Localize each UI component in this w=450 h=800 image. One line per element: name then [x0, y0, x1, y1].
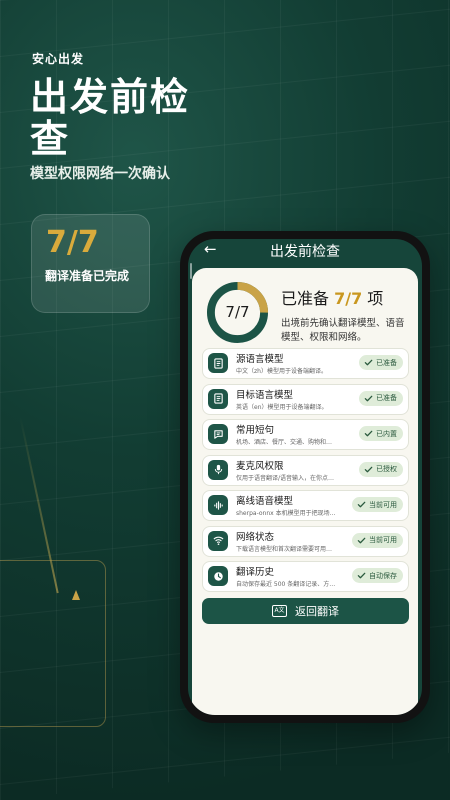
check-item-title: 目标语言模型 — [236, 389, 294, 401]
back-to-translate-label: 返回翻译 — [295, 605, 339, 618]
status-badge: 已准备 — [359, 390, 403, 406]
check-item[interactable]: 网络状态下载语言模型和首次翻译需要可用网… 当前可用 — [202, 525, 409, 557]
document-icon — [208, 388, 228, 409]
back-to-translate-button[interactable]: A文 返回翻译 — [202, 598, 409, 624]
wifi-icon — [208, 530, 228, 551]
microphone-icon — [208, 459, 228, 480]
check-item-description: 机场、酒店、餐厅、交通、购物和紧急… — [236, 439, 336, 446]
check-item-title: 离线语音模型 — [236, 496, 294, 507]
checkmark-icon — [364, 430, 373, 437]
status-badge-label: 已授权 — [376, 465, 397, 473]
readiness-stat-card: 7/7 翻译准备已完成 — [31, 214, 150, 313]
hero-title-line1: 出发前检 — [30, 75, 191, 119]
check-item[interactable]: 翻译历史自动保存最近 500 条翻译记录、方… 自动保存 — [202, 561, 409, 592]
status-badge-label: 自动保存 — [369, 571, 397, 580]
check-item[interactable]: 常用短句机场、酒店、餐厅、交通、购物和紧急… 已内置 — [202, 419, 409, 450]
check-item-title: 翻译历史 — [236, 567, 275, 578]
check-item-description: 下载语言模型和首次翻译需要可用网… — [236, 545, 336, 553]
hero-title-line2: 查 — [30, 117, 71, 161]
status-badge-label: 已准备 — [376, 358, 397, 367]
check-item-title: 常用短句 — [236, 425, 275, 436]
status-badge: 当前可用 — [352, 532, 403, 548]
checkmark-icon — [364, 359, 373, 366]
status-badge: 已准备 — [359, 355, 403, 370]
check-item-description: 英语（en）模型用于设备端翻译。 — [236, 403, 328, 411]
screen-title: 出发前检查 — [270, 244, 340, 260]
checklist-sheet: 7/7 已准备 7/7 项 出境前先确认翻译模型、语音模型、权限和网络。 源语言… — [192, 268, 418, 715]
status-badge: 自动保存 — [352, 568, 403, 583]
summary-suffix: 项 — [362, 289, 384, 308]
status-badge-label: 已内置 — [376, 429, 397, 438]
waveform-icon — [208, 495, 228, 515]
status-badge-label: 当前可用 — [369, 536, 397, 544]
stat-value: 7/7 — [46, 225, 99, 260]
check-item-description: 中文（zh）模型用于设备端翻译。 — [236, 368, 327, 375]
summary-prefix: 已准备 — [281, 289, 335, 308]
checkmark-icon — [364, 395, 373, 401]
scroll-indicator — [190, 263, 192, 279]
clock-icon — [208, 566, 228, 586]
hero-kicker: 安心出发 — [32, 52, 85, 66]
hero-title: 出发前检 查 — [30, 76, 190, 160]
status-badge: 已授权 — [359, 461, 403, 477]
check-item-title: 源语言模型 — [236, 354, 284, 365]
translate-icon: A文 — [272, 605, 287, 617]
app-topbar: ← 出发前检查 — [188, 239, 422, 267]
check-item[interactable]: 源语言模型中文（zh）模型用于设备端翻译。 已准备 — [202, 348, 409, 379]
decorative-frame — [0, 560, 106, 727]
summary-count: 7/7 — [334, 289, 363, 308]
progress-ring-label: 7/7 — [225, 303, 250, 321]
check-item-title: 麦克风权限 — [236, 460, 284, 472]
check-item-description: 自动保存最近 500 条翻译记录、方… — [236, 581, 336, 588]
check-item[interactable]: 目标语言模型英语（en）模型用于设备端翻译。 已准备 — [202, 383, 409, 415]
checkmark-icon — [357, 501, 366, 508]
summary-description: 出境前先确认翻译模型、语音模型、权限和网络。 — [281, 318, 405, 343]
check-list: 源语言模型 中文（zh）模型用于设备端翻译。 已准备 目标语言模型 英语（en）模型用于… — [202, 348, 409, 597]
checkmark-icon — [357, 572, 366, 579]
status-badge: 已内置 — [359, 426, 403, 441]
status-badge-label: 已准备 — [376, 394, 397, 402]
plane-arrow-icon — [72, 590, 80, 600]
check-item[interactable]: 麦克风权限仅用于语音翻译/语音输入，在你点击… 已授权 — [202, 454, 409, 486]
status-badge: 当前可用 — [352, 497, 403, 512]
phone-mockup: ← 出发前检查 7/7 已准备 7/7 项 出境前先确认翻译模型、语音模型、权限… — [180, 231, 430, 723]
checkmark-icon — [364, 466, 373, 472]
phone-screen: ← 出发前检查 7/7 已准备 7/7 项 出境前先确认翻译模型、语音模型、权限… — [188, 239, 422, 715]
document-icon — [208, 353, 228, 373]
ready-summary-title: 已准备 7/7 项 — [281, 285, 383, 309]
hero-subtitle: 模型权限网络一次确认 — [30, 166, 170, 182]
checkmark-icon — [357, 537, 366, 543]
stat-label: 翻译准备已完成 — [45, 269, 130, 283]
check-item-description: sherpa-onnx 本机模型用于把现场语… — [236, 510, 336, 517]
chat-bubble-icon — [208, 424, 228, 444]
status-badge-label: 当前可用 — [369, 500, 397, 509]
check-item-title: 网络状态 — [236, 531, 275, 543]
check-item[interactable]: 离线语音模型 sherpa-onnx 本机模型用于把现场语… 当前可用 — [202, 490, 409, 521]
check-item-description: 仅用于语音翻译/语音输入，在你点击… — [236, 474, 336, 482]
